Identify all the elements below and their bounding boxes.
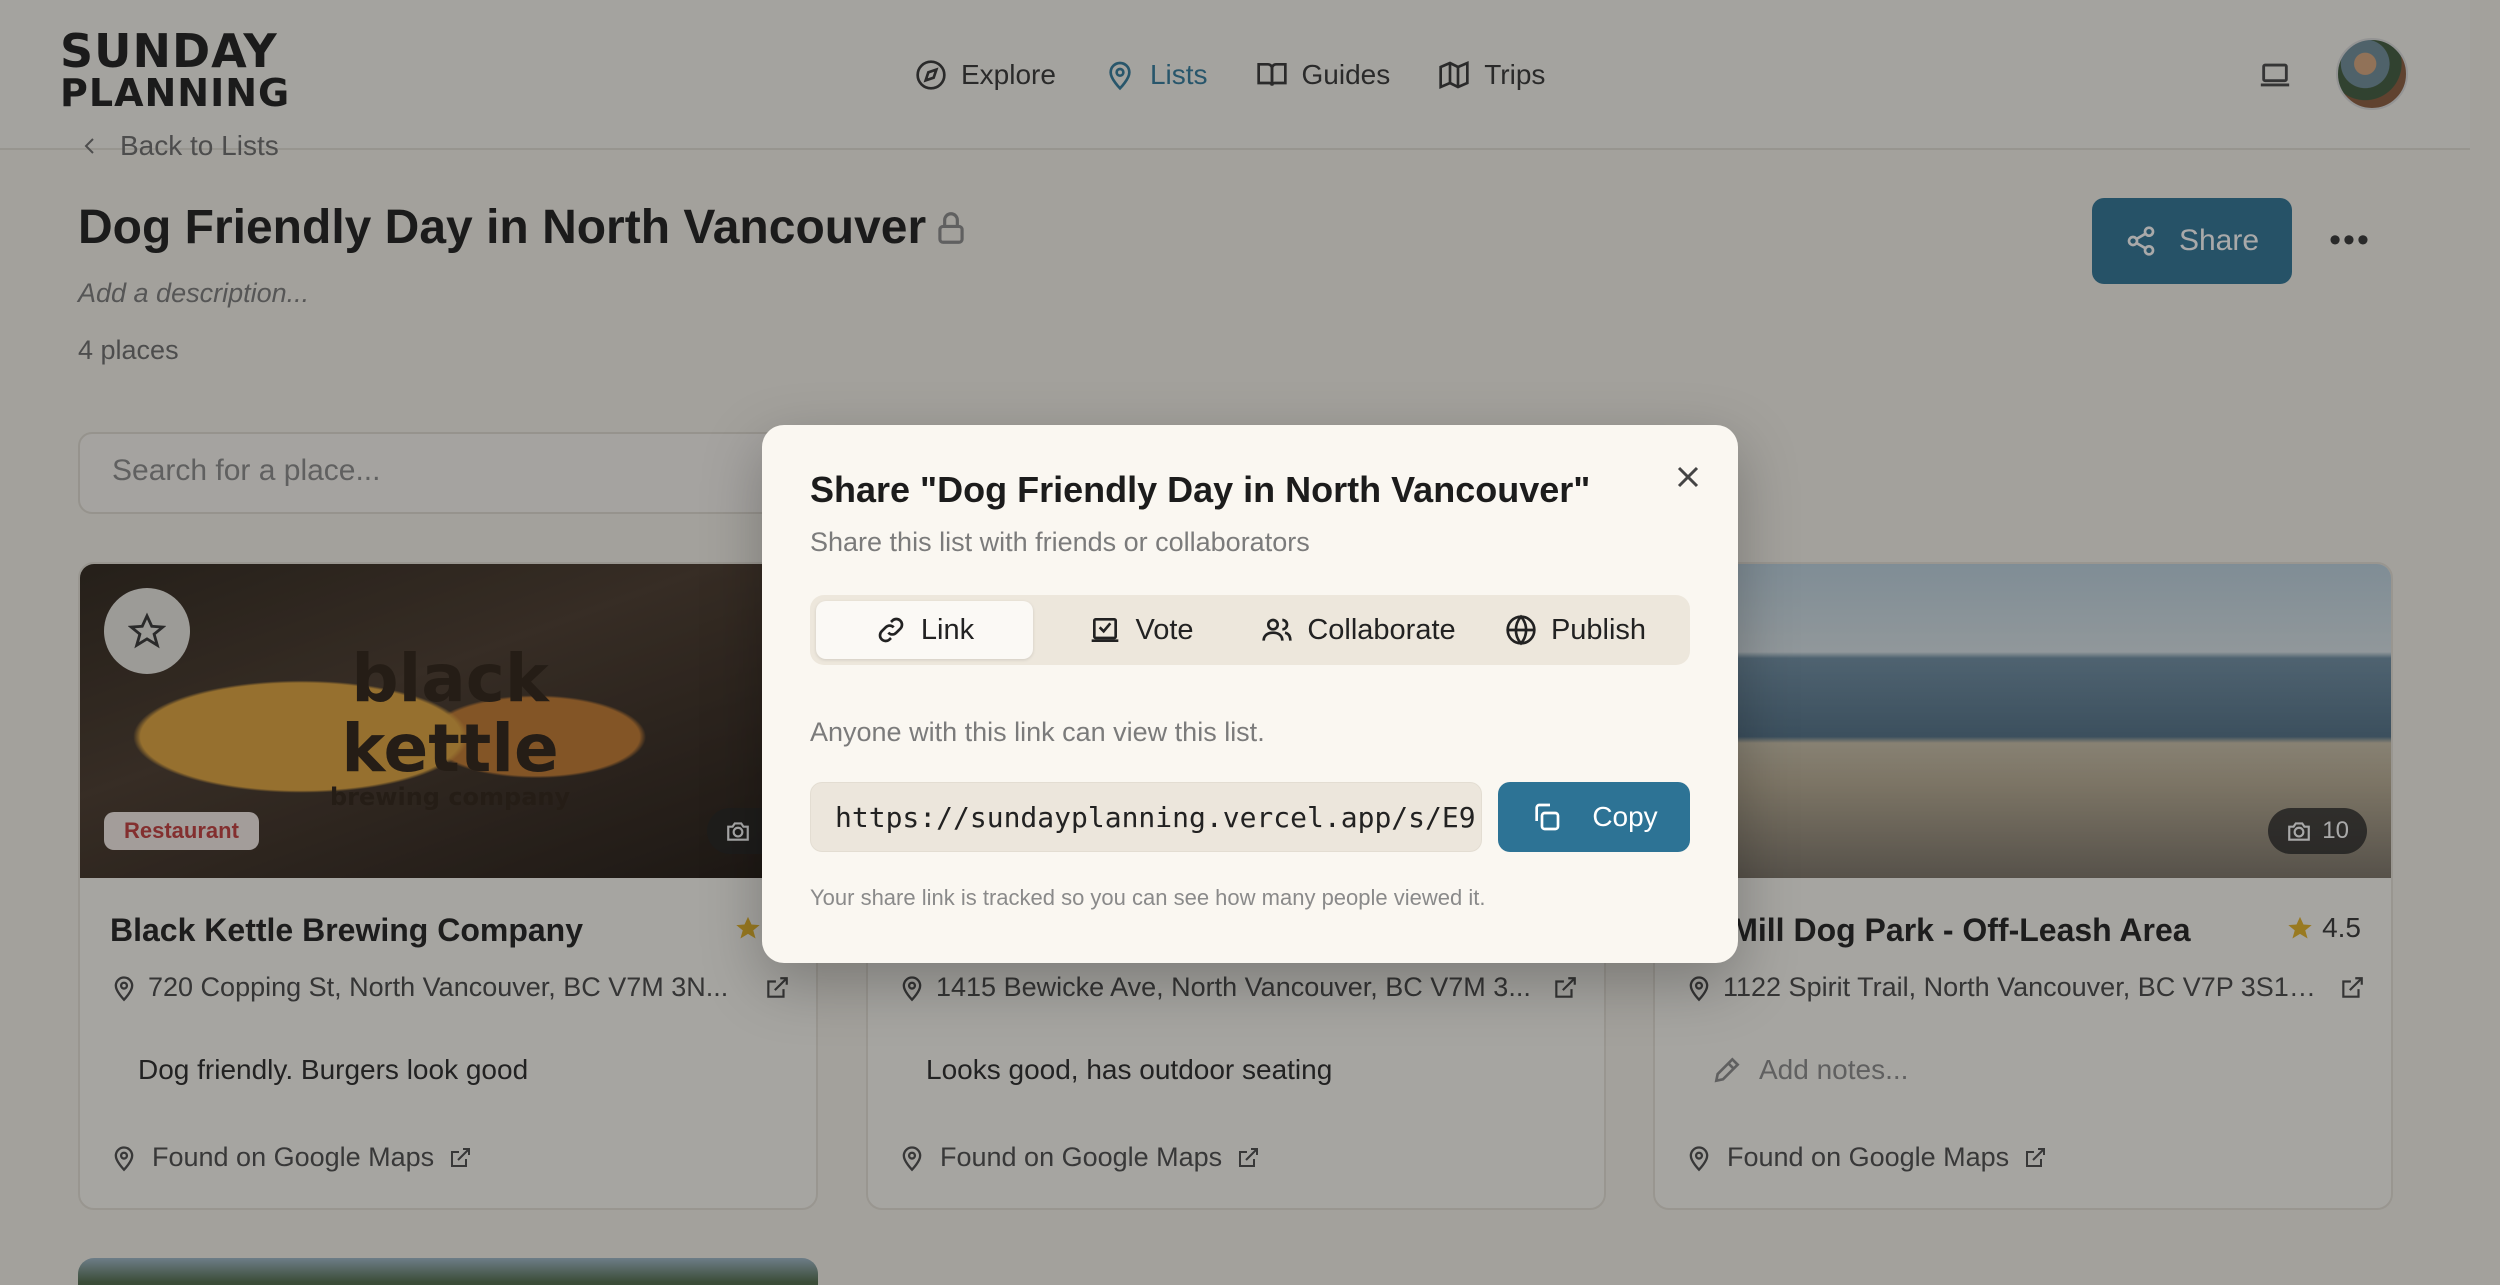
link-icon [878,617,904,643]
tab-publish[interactable]: Publish [1467,601,1684,659]
page: SUNDAY PLANNING Explore Lists Guides Tri… [0,0,2500,1285]
copy-label: Copy [1592,801,1658,832]
tracking-note: Your share link is tracked so you can se… [810,885,1486,910]
tab-vote[interactable]: Vote [1033,601,1250,659]
vote-icon [1092,618,1119,642]
close-icon[interactable] [1670,459,1706,495]
users-icon [1262,618,1292,641]
tab-link[interactable]: Link [816,601,1033,659]
dialog-title: Share "Dog Friendly Day in North Vancouv… [810,469,1591,510]
tab-link-label: Link [920,613,975,646]
globe-icon [1506,614,1536,646]
tab-publish-label: Publish [1550,613,1647,646]
share-dialog: Share "Dog Friendly Day in North Vancouv… [762,425,1738,963]
tab-collaborate[interactable]: Collaborate [1250,601,1467,659]
copy-icon [1535,803,1560,831]
copy-button[interactable]: Copy [1498,782,1690,852]
tab-collaborate-label: Collaborate [1307,613,1456,646]
dialog-subtitle: Share this list with friends or collabor… [810,527,1310,557]
share-tabs: Link Vote Collaborate Publish [810,595,1690,665]
share-link-field[interactable]: https://sundayplanning.vercel.app/s/E9 [810,782,1482,852]
access-description: Anyone with this link can view this list… [810,717,1265,747]
tab-vote-label: Vote [1135,613,1194,646]
